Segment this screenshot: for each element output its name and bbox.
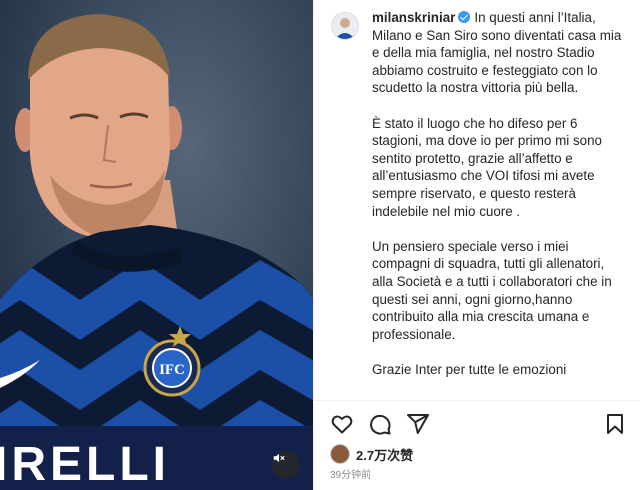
post-timestamp: 39分钟前 — [330, 470, 372, 481]
caption-paragraph-4: Grazie Inter per tutte le emozioni — [372, 361, 567, 377]
avatar[interactable] — [331, 12, 359, 40]
caption-paragraph-3: Un pensiero speciale verso i miei compag… — [372, 238, 612, 342]
caption-paragraph-1: milanskriniar In questi anni l’Italia, Mi… — [372, 9, 627, 97]
post-photo[interactable]: IFC IRELLI — [0, 0, 313, 490]
liker-avatar — [330, 444, 350, 464]
share-icon[interactable] — [406, 412, 430, 436]
bookmark-icon[interactable] — [603, 412, 627, 436]
comment-icon[interactable] — [368, 412, 392, 436]
verified-badge-icon — [458, 11, 471, 23]
action-bar — [330, 412, 627, 436]
likes-row[interactable]: 2.7万次赞 — [330, 444, 413, 464]
post-panel: milanskriniar In questi anni l’Italia, Mi… — [313, 0, 640, 490]
divider — [314, 400, 640, 401]
sponsor-text: IRELLI — [0, 438, 170, 490]
instagram-post: IFC IRELLI milanskriniar In questi anni l… — [0, 0, 640, 490]
svg-text:IFC: IFC — [159, 362, 185, 378]
username-link[interactable]: milanskriniar — [372, 10, 455, 25]
heart-icon[interactable] — [330, 412, 354, 436]
post-caption: milanskriniar In questi anni l’Italia, Mi… — [372, 9, 627, 397]
player-illustration: IFC IRELLI — [0, 0, 313, 490]
caption-paragraph-2: È stato il luogo che ho difeso per 6 sta… — [372, 115, 602, 219]
likes-count: 2.7万次赞 — [356, 447, 414, 463]
mute-button[interactable] — [272, 451, 300, 479]
